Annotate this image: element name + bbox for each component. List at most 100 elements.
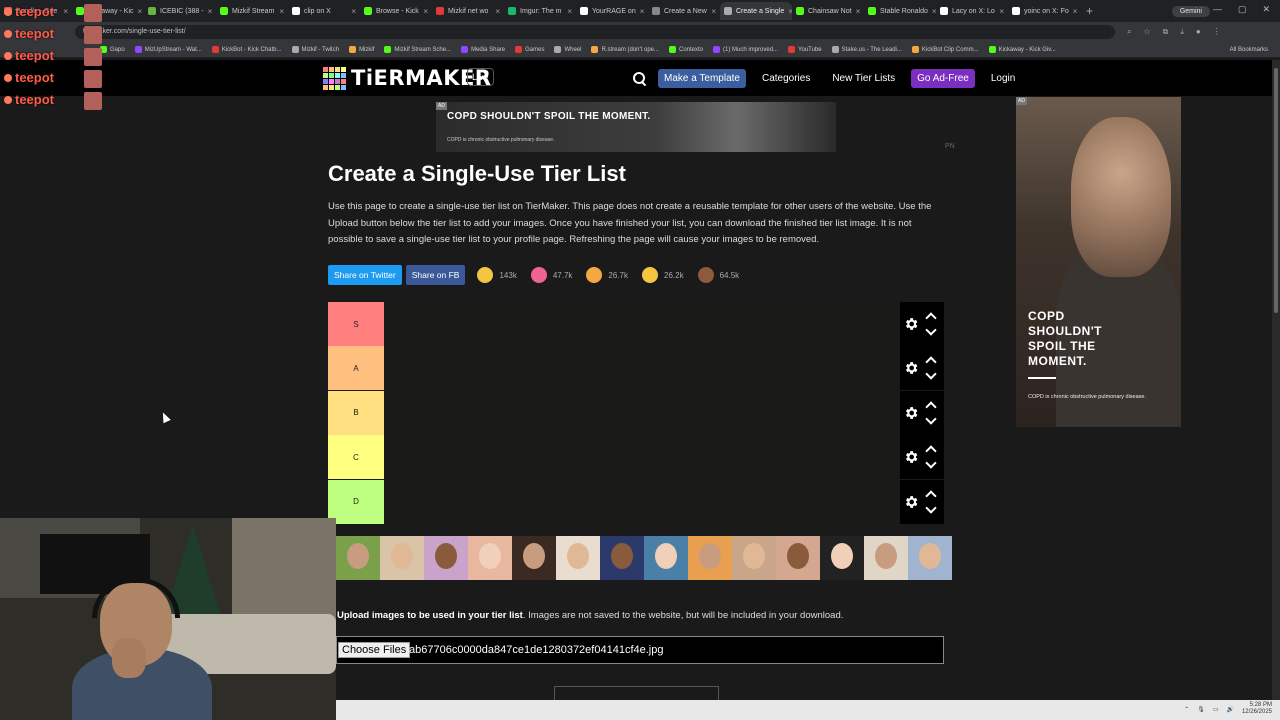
tier-item-thumbnail[interactable] — [644, 536, 688, 580]
page-scrollbar[interactable] — [1272, 60, 1280, 700]
browser-tab[interactable]: clip on X × — [288, 2, 360, 20]
tier-item-thumbnail[interactable] — [864, 536, 908, 580]
gear-icon[interactable] — [903, 405, 919, 421]
gear-icon[interactable] — [903, 449, 919, 465]
bookmark-item[interactable]: (1) Much improved... — [713, 46, 778, 53]
tier-item-thumbnail[interactable] — [688, 536, 732, 580]
bookmark-item[interactable]: Kickaway - Kick Giv... — [988, 46, 1056, 53]
categories-link[interactable]: Categories — [756, 69, 816, 88]
download-icon[interactable]: ⤓ — [1180, 27, 1184, 37]
reaction-button[interactable]: 26.2k — [642, 267, 684, 283]
url-field[interactable]: tiermaker.com/single-use-tier-list/ — [75, 25, 1115, 39]
tab-close-icon[interactable]: × — [1073, 7, 1078, 16]
extension-icon[interactable]: ⧉ — [1163, 27, 1169, 37]
bookmark-star-icon[interactable]: ☆ — [1143, 27, 1150, 37]
bookmark-item[interactable]: Mizkif — [349, 46, 374, 53]
gear-icon[interactable] — [903, 494, 919, 510]
move-up-icon[interactable] — [925, 489, 937, 502]
reaction-button[interactable]: 143k — [477, 267, 517, 283]
browser-tab[interactable]: Browse - Kick × — [360, 2, 432, 20]
reaction-button[interactable]: 64.5k — [697, 267, 739, 283]
file-input[interactable]: Choose Files ab67706c0000da847ce1de12803… — [336, 636, 944, 664]
move-down-icon[interactable] — [925, 324, 937, 336]
move-down-icon[interactable] — [925, 501, 937, 514]
tier-item-thumbnail[interactable] — [468, 536, 512, 580]
tier-item-thumbnail[interactable] — [424, 536, 468, 580]
tier-drop-zone[interactable] — [384, 390, 900, 435]
choose-files-button[interactable]: Choose Files — [338, 642, 411, 658]
bookmark-item[interactable]: Mizkif - Twitch — [291, 46, 339, 53]
menu-icon[interactable]: ⋮ — [1213, 27, 1221, 37]
tab-close-icon[interactable]: × — [423, 7, 428, 16]
reaction-button[interactable]: 47.7k — [530, 267, 572, 283]
tab-close-icon[interactable]: × — [856, 7, 861, 16]
move-up-icon[interactable] — [925, 312, 937, 324]
tier-drop-zone[interactable] — [384, 435, 900, 480]
bookmark-item[interactable]: YouTube — [788, 46, 822, 53]
tab-close-icon[interactable]: × — [279, 7, 284, 16]
tab-close-icon[interactable]: × — [495, 7, 500, 16]
microphone-icon[interactable]: 🎙 — [1197, 706, 1205, 713]
bookmark-item[interactable]: Contexto — [669, 46, 703, 53]
browser-tab[interactable]: yoinc on X: Fo × — [1008, 2, 1080, 20]
move-up-icon[interactable] — [925, 445, 937, 457]
browser-tab[interactable]: Create a New × — [648, 2, 720, 20]
make-template-button[interactable]: Make a Template — [658, 69, 746, 88]
system-clock[interactable]: 5:28 PM 12/26/2025 — [1242, 702, 1272, 716]
tier-item-thumbnail[interactable] — [908, 536, 952, 580]
share-twitter-button[interactable]: Share on Twitter — [328, 265, 402, 285]
tray-chevron-icon[interactable]: ⌃ — [1184, 706, 1189, 713]
gear-icon[interactable] — [903, 360, 919, 376]
tier-drop-zone[interactable] — [384, 346, 900, 391]
browser-tab[interactable]: Chainsaw Not × — [792, 2, 864, 20]
bookmark-item[interactable]: Games — [515, 46, 544, 53]
browser-tab[interactable]: Mizkif Stream × — [216, 2, 288, 20]
reaction-button[interactable]: 26.7k — [586, 267, 628, 283]
tier-drop-zone[interactable] — [384, 302, 900, 346]
tier-label[interactable]: D — [328, 479, 384, 524]
bookmark-item[interactable]: Mizkif Stream Sche... — [384, 46, 451, 53]
new-tier-lists-link[interactable]: New Tier Lists — [826, 69, 901, 88]
tier-item-thumbnail[interactable] — [600, 536, 644, 580]
volume-icon[interactable]: 🔊 — [1226, 706, 1233, 713]
login-link[interactable]: Login — [985, 69, 1021, 88]
minimize-icon[interactable]: — — [1213, 4, 1222, 15]
tier-label[interactable]: C — [328, 435, 384, 480]
bookmark-item[interactable]: KickBot Clip Comm... — [911, 46, 979, 53]
tier-item-thumbnail[interactable] — [512, 536, 556, 580]
tier-item-thumbnail[interactable] — [380, 536, 424, 580]
side-ad[interactable]: AD COPD SHOULDN'T SPOIL THE MOMENT. COPD… — [1016, 97, 1181, 427]
tier-label[interactable]: S — [328, 302, 384, 346]
tab-close-icon[interactable]: × — [351, 7, 356, 16]
tier-item-thumbnail[interactable] — [556, 536, 600, 580]
tab-close-icon[interactable]: × — [208, 7, 213, 16]
move-up-icon[interactable] — [925, 356, 937, 369]
tab-close-icon[interactable]: × — [999, 7, 1004, 16]
tier-item-thumbnail[interactable] — [776, 536, 820, 580]
bookmark-item[interactable]: R.stream (don't ope... — [591, 46, 659, 53]
browser-tab[interactable]: Stable Ronaldo × — [864, 2, 936, 20]
browser-tab[interactable]: Mizkif net wo × — [432, 2, 504, 20]
zoom-icon[interactable]: ⌕ — [1127, 27, 1131, 37]
bookmark-item[interactable]: Media Share — [461, 46, 505, 53]
tab-close-icon[interactable]: × — [138, 7, 143, 16]
all-bookmarks[interactable]: All Bookmarks — [1230, 47, 1268, 53]
gear-icon[interactable] — [903, 316, 919, 332]
browser-tab[interactable]: Lacy on X: Lo × — [936, 2, 1008, 20]
browser-tab[interactable]: ICEBIC (388 - × — [144, 2, 216, 20]
tier-item-thumbnail[interactable] — [336, 536, 380, 580]
bookmark-item[interactable]: MizUpStream - Wat... — [134, 46, 202, 53]
tab-close-icon[interactable]: × — [640, 7, 645, 16]
scrollbar-thumb[interactable] — [1274, 68, 1278, 313]
top-banner-ad[interactable]: AD COPD SHOULDN'T SPOIL THE MOMENT. COPD… — [436, 102, 836, 152]
tab-close-icon[interactable]: × — [711, 7, 716, 16]
share-facebook-button[interactable]: Share on FB — [405, 265, 466, 285]
bookmark-item[interactable]: Wheel — [554, 46, 581, 53]
network-icon[interactable]: ▭ — [1213, 706, 1219, 713]
tier-label[interactable]: A — [328, 346, 384, 391]
move-down-icon[interactable] — [925, 413, 937, 425]
profile-icon[interactable]: ● — [1196, 27, 1201, 37]
tier-item-thumbnail[interactable] — [732, 536, 776, 580]
tier-drop-zone[interactable] — [384, 479, 900, 524]
live-button[interactable]: Live — [467, 68, 494, 86]
